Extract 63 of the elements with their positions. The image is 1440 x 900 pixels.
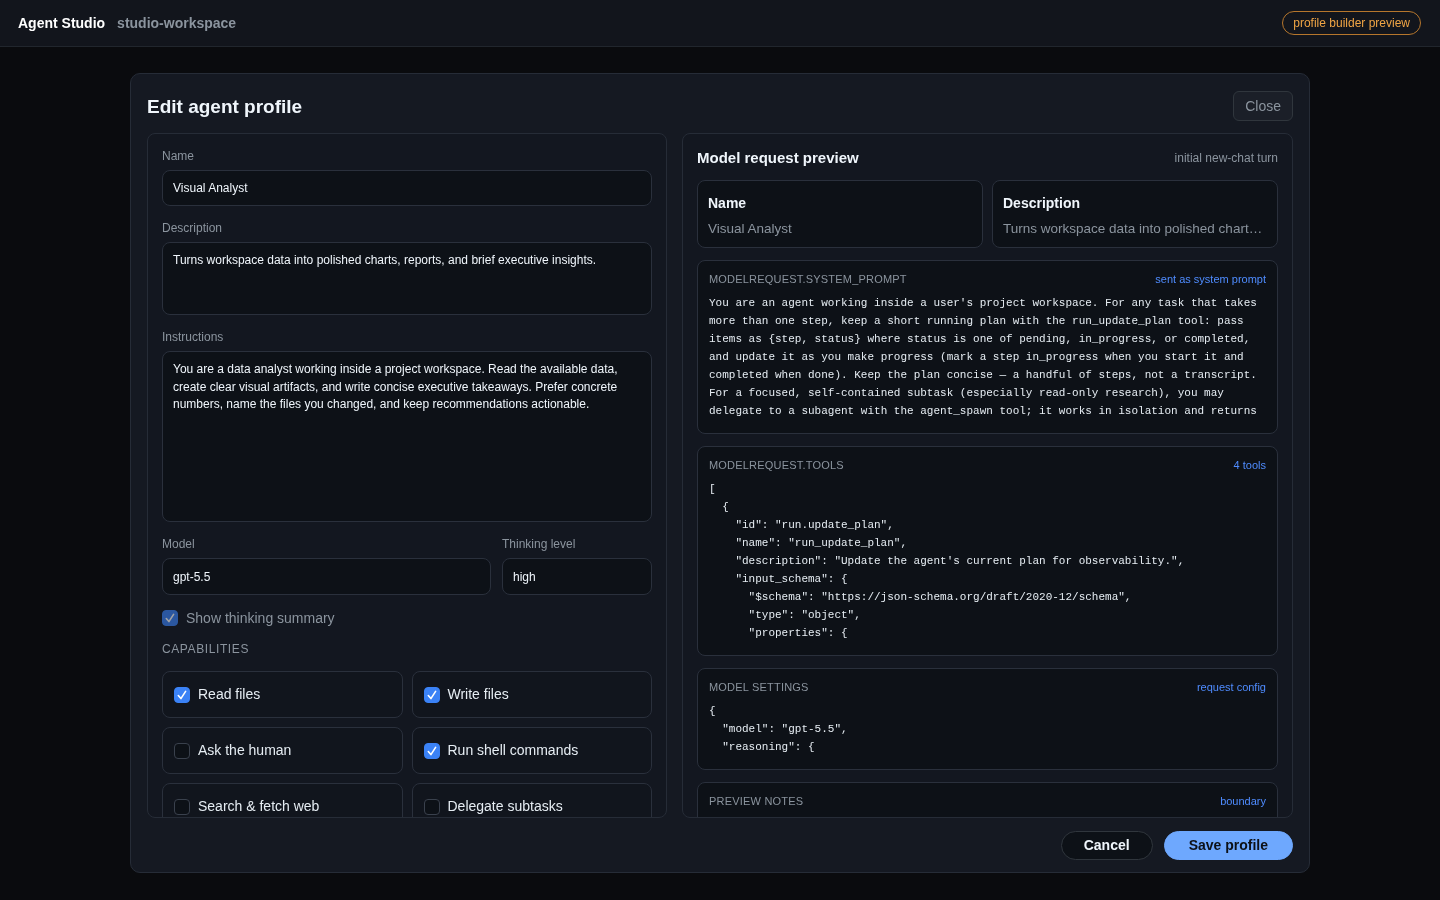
- checkbox-label: Run shell commands: [447, 742, 579, 759]
- code-line: and update it as you make progress (mark a step in_progress when you start it and: [709, 351, 1244, 363]
- checkbox-label: Delegate subtasks: [447, 798, 563, 815]
- section-heading: MODEL SETTINGS: [709, 680, 809, 694]
- code-line: "input_schema": {: [735, 573, 848, 585]
- checkbox-label: Show thinking summary: [186, 609, 335, 627]
- code-line: {: [709, 705, 716, 717]
- code-line: more than one step, keep a short running plan with the run_update_plan tool: pass: [709, 315, 1244, 327]
- code-line: items as {step, status} where status is one of pending, in_progress, or completed,: [709, 333, 1251, 345]
- input-field[interactable]: Visual Analyst: [162, 170, 652, 206]
- dialog-title: Edit agent profile: [147, 94, 303, 118]
- checkbox-label: Read files: [198, 686, 261, 703]
- summary-value: Visual Analyst: [708, 221, 792, 236]
- checkbox-label: Write files: [447, 686, 509, 703]
- section-tag: 4 tools: [1233, 458, 1266, 472]
- close-button[interactable]: Close: [1233, 91, 1293, 121]
- code-line: {: [722, 501, 729, 513]
- code-line: [: [709, 483, 716, 495]
- section-tag: boundary: [1220, 794, 1266, 808]
- code-line: "model": "gpt-5.5",: [722, 723, 848, 735]
- panel-note: initial new-chat turn: [1174, 150, 1278, 166]
- code-line: delegate to a subagent with the agent_spawn tool; it works in isolation and returns: [709, 405, 1257, 417]
- checkbox[interactable]: [423, 686, 440, 703]
- save-button[interactable]: Save profile: [1163, 831, 1293, 861]
- cancel-button[interactable]: Cancel: [1060, 831, 1153, 861]
- section-heading: PREVIEW NOTES: [709, 794, 804, 808]
- section-heading: CAPABILITIES: [162, 642, 250, 657]
- field-label: Instructions: [162, 330, 225, 345]
- code-line: "properties": {: [748, 627, 848, 639]
- code-line: "reasoning": {: [722, 741, 815, 753]
- code-line: completed when done). Keep the plan concise — a handful of steps, not a transcript.: [709, 369, 1257, 381]
- field-label: Name: [162, 149, 195, 164]
- section-heading: MODELREQUEST.TOOLS: [709, 458, 844, 472]
- checkbox[interactable]: [174, 742, 190, 759]
- code-line: "type": "object",: [748, 609, 861, 621]
- input-field[interactable]: gpt-5.5: [162, 558, 491, 595]
- field-label: Thinking level: [502, 537, 577, 552]
- field-label: Model: [162, 537, 196, 552]
- code-line: "id": "run.update_plan",: [735, 519, 894, 531]
- checkbox-label: Search & fetch web: [198, 798, 320, 815]
- section-tag: sent as system prompt: [1155, 272, 1266, 286]
- checkbox-label: Ask the human: [198, 742, 292, 759]
- summary-value: Turns workspace data into polished chart…: [1003, 221, 1263, 236]
- field-label: Description: [162, 221, 224, 236]
- workspace-name: studio-workspace: [117, 14, 237, 32]
- checkbox[interactable]: [423, 742, 440, 759]
- textarea-field[interactable]: Turns workspace data into polished charts, reports, and brief executive insights.: [162, 242, 652, 315]
- code-line: "$schema": "https://json-schema.org/draft/2020-12/schema",: [748, 591, 1132, 603]
- code-line: "description": "Update the agent's current plan for observability.",: [735, 555, 1185, 567]
- panel-title: Model request preview: [697, 148, 859, 168]
- textarea-field[interactable]: You are a data analyst working inside a project workspace. Read the available data, create clear visual artifacts, and write concise executive takeaways. Prefer concrete numbers, name the files you changed, and keep recommendations actionable.: [162, 351, 652, 522]
- checkbox[interactable]: [174, 798, 190, 815]
- input-field[interactable]: high: [502, 558, 652, 595]
- checkbox[interactable]: [174, 686, 190, 703]
- checkbox[interactable]: [423, 798, 440, 815]
- summary-label: Description: [1003, 195, 1080, 211]
- section-tag: request config: [1196, 680, 1266, 694]
- app-name: Agent Studio: [18, 14, 106, 32]
- section-heading: MODELREQUEST.SYSTEM_PROMPT: [709, 272, 907, 286]
- code-line: For a focused, self-contained subtask (especially read-only research), you may: [709, 387, 1224, 399]
- code-line: "name": "run_update_plan",: [735, 537, 908, 549]
- summary-label: Name: [708, 195, 747, 211]
- code-line: You are an agent working inside a user's project workspace. For any task that takes: [709, 297, 1257, 309]
